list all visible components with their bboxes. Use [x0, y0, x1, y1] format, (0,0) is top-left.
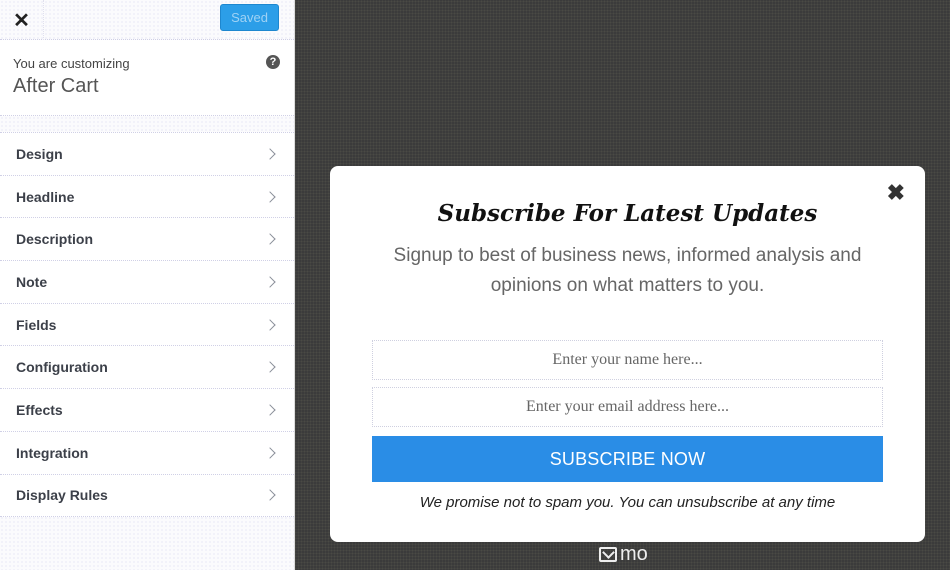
saved-button[interactable]: Saved [220, 4, 279, 31]
chevron-right-icon [264, 489, 276, 502]
sidebar-item-fields[interactable]: Fields [0, 304, 294, 347]
popup-headline: Subscribe For Latest Updates [437, 200, 818, 227]
customizing-label: You are customizing [13, 56, 130, 71]
brand-text: mo [620, 543, 648, 565]
customizing-title: After Cart [13, 75, 99, 97]
sidebar-item-label: Integration [16, 444, 89, 461]
sidebar-item-effects[interactable]: Effects [0, 389, 294, 432]
sidebar-item-label: Description [16, 231, 94, 248]
chevron-right-icon [264, 404, 276, 416]
sidebar-item-integration[interactable]: Integration [0, 432, 294, 475]
name-input[interactable] [372, 340, 883, 380]
chevron-right-icon [264, 148, 276, 160]
sidebar-item-label: Configuration [16, 359, 108, 376]
sidebar-item-label: Fields [16, 316, 57, 333]
chevron-right-icon [264, 318, 276, 331]
chevron-right-icon [264, 446, 276, 459]
mail-icon [599, 547, 617, 562]
customizing-info: You are customizing After Cart ? [0, 40, 294, 116]
sidebar-item-headline[interactable]: Headline [0, 176, 294, 219]
sidebar-item-display-rules[interactable]: Display Rules [0, 475, 294, 518]
email-input[interactable] [372, 387, 883, 427]
sidebar-item-label: Display Rules [16, 487, 108, 504]
sidebar-item-label: Headline [16, 188, 75, 205]
sidebar-header: ✕ Saved [0, 0, 294, 40]
chevron-right-icon [264, 361, 276, 373]
popup-note: We promise not to spam you. You can unsu… [419, 494, 836, 511]
sidebar-item-configuration[interactable]: Configuration [0, 346, 294, 390]
customizer-sidebar: ✕ Saved You are customizing After Cart ?… [0, 0, 295, 570]
brand-logo: mo [599, 543, 648, 566]
subscribe-button[interactable]: SUBSCRIBE NOW [372, 436, 883, 482]
sidebar-item-design[interactable]: Design [0, 133, 294, 176]
sidebar-item-label: Design [16, 145, 63, 162]
sidebar-item-label: Note [16, 273, 48, 290]
help-icon[interactable]: ? [266, 55, 280, 69]
close-customizer-button[interactable]: ✕ [0, 0, 44, 40]
subscribe-popup: ✖ Subscribe For Latest Updates Signup to… [330, 166, 925, 542]
popup-description: Signup to best of business news, informe… [393, 245, 862, 296]
chevron-right-icon [264, 276, 276, 288]
sidebar-item-description[interactable]: Description [0, 218, 294, 262]
chevron-right-icon [264, 233, 276, 245]
chevron-right-icon [264, 190, 276, 203]
sidebar-item-note[interactable]: Note [0, 261, 294, 304]
sidebar-menu: Design Headline Description Note Fields … [0, 132, 294, 518]
close-icon: ✕ [13, 9, 30, 32]
sidebar-item-label: Effects [16, 401, 63, 418]
